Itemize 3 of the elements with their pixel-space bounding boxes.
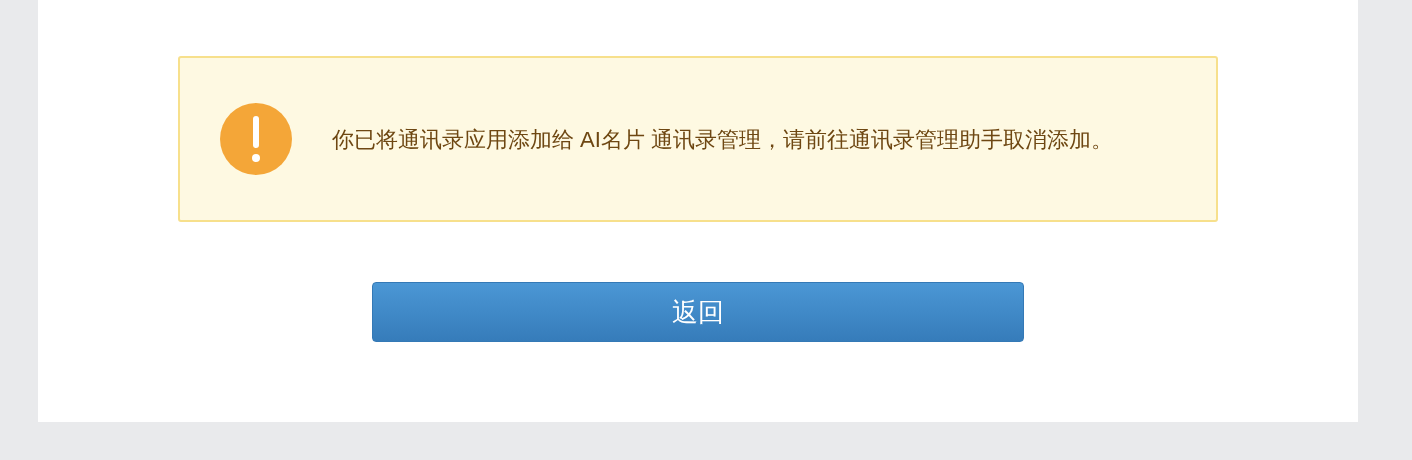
warning-icon [220, 103, 292, 175]
warning-message: 你已将通讯录应用添加给 AI名片 通讯录管理，请前往通讯录管理助手取消添加。 [332, 125, 1114, 154]
back-button[interactable]: 返回 [372, 282, 1024, 342]
